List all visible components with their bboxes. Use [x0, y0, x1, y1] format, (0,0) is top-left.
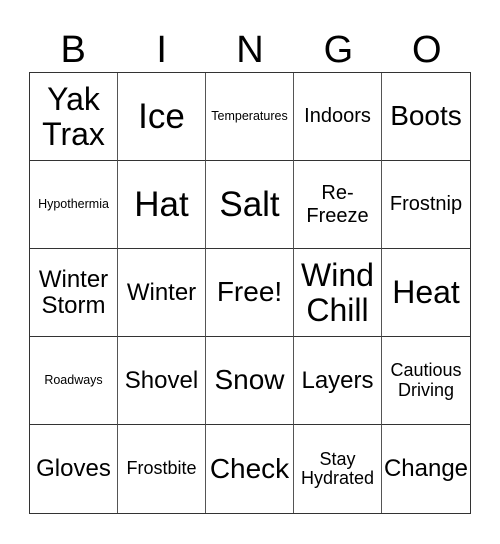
bingo-cell[interactable]: Yak Trax — [30, 73, 118, 161]
bingo-cell-text: Winter — [126, 278, 197, 306]
bingo-cell-text: Hypothermia — [38, 196, 109, 211]
bingo-cell[interactable]: Temperatures — [206, 73, 294, 161]
bingo-cell[interactable]: Cautious Driving — [382, 337, 470, 425]
bingo-cell[interactable]: Boots — [382, 73, 470, 161]
bingo-cell-text: Temperatures — [211, 108, 288, 123]
bingo-cell-text: Gloves — [36, 455, 111, 483]
bingo-cell-text: Salt — [219, 184, 280, 224]
bingo-cell-text: Re-Freeze — [306, 181, 369, 227]
bingo-cell-text: Frostbite — [126, 458, 197, 479]
bingo-cell-text: Frostnip — [389, 193, 463, 215]
bingo-cell-text: Boots — [390, 100, 462, 132]
bingo-cell-text: Cautious Driving — [390, 360, 462, 400]
bingo-cell[interactable]: Check — [206, 425, 294, 513]
bingo-cell-text: Stay Hydrated — [300, 448, 375, 488]
bingo-cell-text: Indoors — [304, 105, 371, 127]
bingo-cell[interactable]: Hat — [118, 161, 206, 249]
bingo-cell[interactable]: Re-Freeze — [294, 161, 382, 249]
bingo-cell[interactable]: Ice — [118, 73, 206, 161]
bingo-cell-text: Hat — [134, 184, 189, 224]
header-letter-i: I — [156, 29, 167, 71]
bingo-cell-text: Wind Chill — [301, 256, 374, 328]
bingo-cell-text: Roadways — [44, 372, 103, 387]
bingo-cell[interactable]: Roadways — [30, 337, 118, 425]
bingo-cell[interactable]: Winter — [118, 249, 206, 337]
bingo-cell[interactable]: Frostbite — [118, 425, 206, 513]
bingo-cell[interactable]: Salt — [206, 161, 294, 249]
header-letter-o: O — [412, 29, 442, 71]
bingo-cell[interactable]: Layers — [294, 337, 382, 425]
bingo-cell-text: Layers — [301, 366, 374, 394]
header-letter-g: G — [323, 29, 354, 71]
bingo-cell[interactable]: Change — [382, 425, 470, 513]
bingo-cell[interactable]: Gloves — [30, 425, 118, 513]
bingo-cell[interactable]: Heat — [382, 249, 470, 337]
bingo-cell[interactable]: Frostnip — [382, 161, 470, 249]
bingo-header: B I N G O — [29, 28, 471, 72]
bingo-cell[interactable]: Wind Chill — [294, 249, 382, 337]
bingo-grid: Yak Trax Ice Temperatures Indoors Boots Hypot… — [29, 72, 471, 514]
bingo-cell[interactable]: Stay Hydrated — [294, 425, 382, 513]
bingo-cell-text: Change — [383, 455, 469, 483]
bingo-cell[interactable]: Free! — [206, 249, 294, 337]
bingo-cell[interactable]: Hypothermia — [30, 161, 118, 249]
bingo-cell[interactable]: Shovel — [118, 337, 206, 425]
bingo-cell-text: Check — [209, 452, 290, 484]
header-letter-n: N — [236, 29, 264, 71]
bingo-cell-text: Yak Trax — [42, 80, 105, 152]
bingo-cell-text: Free! — [216, 276, 283, 308]
bingo-cell[interactable]: Indoors — [294, 73, 382, 161]
bingo-cell[interactable]: Snow — [206, 337, 294, 425]
bingo-cell-text: Winter Storm — [38, 265, 109, 319]
header-letter-b: B — [60, 29, 86, 71]
bingo-cell-text: Heat — [392, 274, 460, 311]
bingo-cell-text: Snow — [214, 364, 285, 396]
bingo-cell[interactable]: Winter Storm — [30, 249, 118, 337]
bingo-cell-text: Ice — [138, 96, 185, 136]
bingo-cell-text: Shovel — [124, 366, 199, 394]
